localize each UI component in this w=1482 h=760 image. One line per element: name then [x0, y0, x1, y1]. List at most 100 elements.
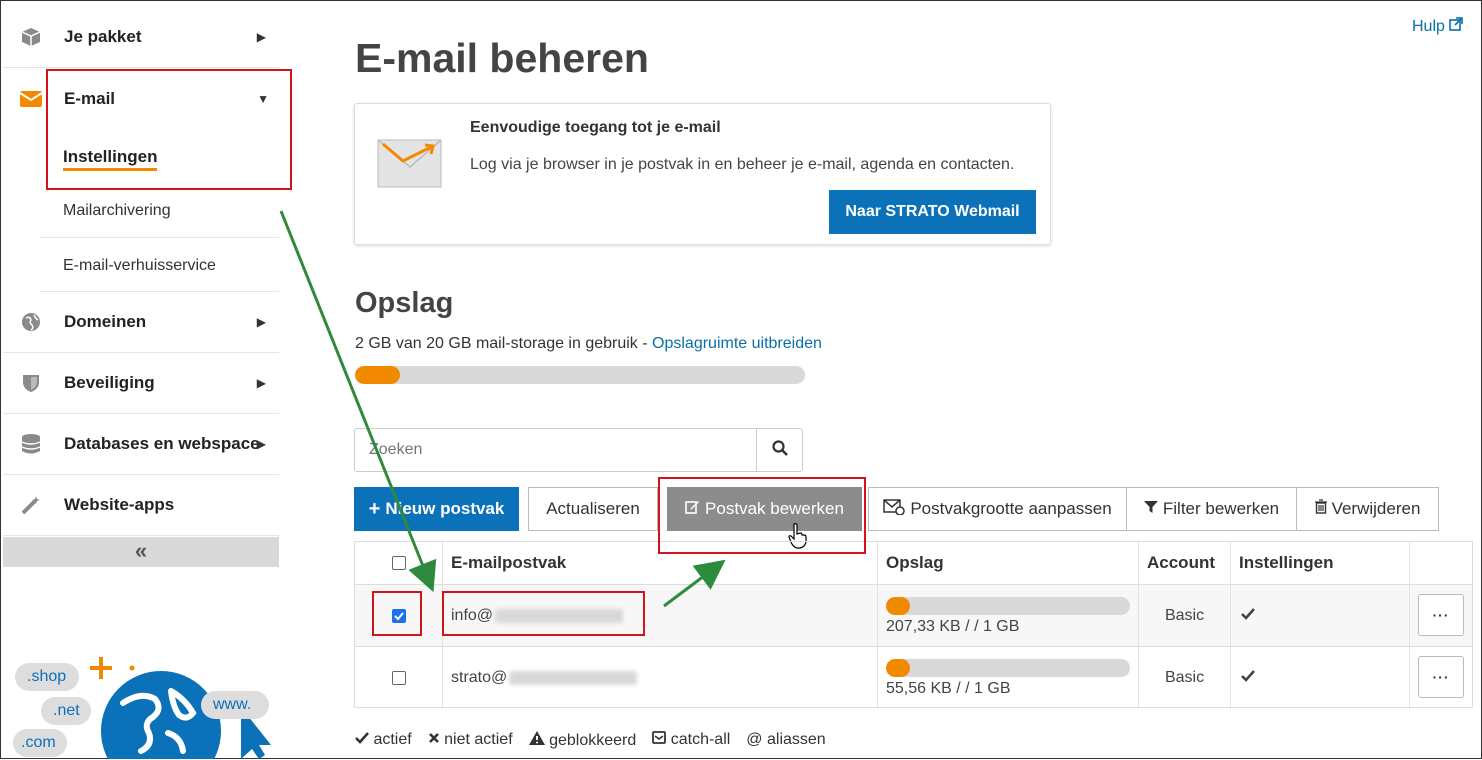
settings-cell	[1231, 647, 1410, 709]
account-cell: Basic	[1139, 647, 1231, 709]
select-all-checkbox[interactable]	[391, 556, 406, 570]
column-header-account[interactable]: Account	[1139, 542, 1231, 584]
resize-mailbox-button[interactable]: Postvakgrootte aanpassen	[868, 487, 1127, 531]
legend-aliases: @ aliassen	[746, 731, 826, 748]
warning-icon	[528, 731, 545, 745]
check-icon	[1241, 607, 1255, 625]
legend-blocked: geblokkeerd	[528, 731, 645, 750]
help-link[interactable]: Hulp	[1412, 17, 1464, 36]
resize-mailbox-label: Postvakgrootte aanpassen	[910, 499, 1112, 518]
promo-shop-label: .shop	[27, 668, 67, 685]
sidebar-subitem-label: E-mail-verhuisservice	[63, 257, 216, 274]
chevron-right-icon: ▶	[256, 376, 266, 390]
globe-icon	[19, 310, 43, 334]
storage-heading: Opslag	[355, 287, 454, 319]
help-link-label: Hulp	[1412, 18, 1445, 35]
storage-cell: 55,56 KB / / 1 GB	[878, 647, 1139, 709]
storage-progress-fill	[355, 366, 400, 384]
domain-promo-illustration: .shop .net .com www.	[3, 641, 279, 759]
webmail-card-title: Eenvoudige toegang tot je e-mail	[470, 119, 721, 136]
sidebar-subitem-mailarchivering[interactable]: Mailarchivering	[39, 184, 279, 238]
webmail-envelope-icon	[377, 137, 443, 194]
search-input[interactable]	[354, 428, 757, 472]
chevron-right-icon: ▶	[256, 437, 266, 451]
promo-net-label: .net	[53, 702, 80, 719]
row-checkbox[interactable]	[391, 671, 406, 685]
filter-icon	[1143, 499, 1158, 519]
mailbox-storage-bar	[886, 658, 1130, 677]
expand-storage-link[interactable]: Opslagruimte uitbreiden	[652, 335, 822, 352]
status-legend: actief niet actief geblokkeerd catch-all…	[355, 731, 834, 750]
mailbox-storage-text: 55,56 KB / / 1 GB	[886, 679, 1011, 697]
refresh-label: Actualiseren	[546, 499, 640, 518]
envelope-square-icon	[652, 731, 667, 744]
mailbox-storage-text: 207,33 KB / / 1 GB	[886, 617, 1020, 635]
magic-wand-icon	[19, 493, 43, 517]
mailbox-storage-fill	[886, 596, 911, 615]
sidebar-item-label: Domeinen	[64, 312, 147, 331]
legend-blocked-label: geblokkeerd	[549, 732, 637, 749]
page-frame: Je pakket ▶ E-mail ▼ Instellingen Mailar…	[0, 0, 1482, 759]
webmail-card-text: Log via je browser in je postvak in en b…	[470, 156, 1015, 173]
check-icon	[1241, 669, 1255, 687]
sidebar-item-website-apps[interactable]: Website-apps	[3, 475, 279, 536]
sidebar-item-label: Beveiliging	[64, 373, 155, 392]
sidebar-item-label: Website-apps	[64, 495, 175, 514]
legend-inactive-label: niet actief	[444, 731, 513, 748]
promo-com-label: .com	[21, 734, 56, 751]
edit-filter-button[interactable]: Filter bewerken	[1126, 487, 1297, 531]
envelope-icon	[19, 87, 43, 111]
envelope-settings-icon	[883, 498, 906, 520]
delete-button[interactable]: Verwijderen	[1296, 487, 1439, 531]
database-icon	[19, 432, 43, 456]
mailbox-storage-bar	[886, 596, 1130, 615]
promo-www-label: www.	[213, 696, 252, 713]
mailbox-storage-fill	[886, 658, 911, 677]
annotation-box-edit-button	[658, 477, 866, 554]
table-row[interactable]: strato@ 55,56 KB / / 1 GB Basic ···	[355, 646, 1472, 709]
settings-cell	[1231, 585, 1410, 647]
new-mailbox-label: Nieuw postvak	[385, 499, 505, 518]
webmail-card: Eenvoudige toegang tot je e-mail Log via…	[354, 103, 1051, 245]
mailbox-address: strato@	[451, 669, 508, 686]
column-header-storage[interactable]: Opslag	[878, 542, 1139, 584]
sidebar-item-je-pakket[interactable]: Je pakket ▶	[3, 7, 279, 68]
annotation-box-mailbox	[442, 591, 645, 636]
external-link-icon	[1449, 17, 1464, 35]
sidebar-item-domeinen[interactable]: Domeinen ▶	[3, 292, 279, 353]
select-all-cell	[355, 542, 443, 584]
storage-usage-text: 2 GB van 20 GB mail-storage in gebruik -…	[355, 335, 822, 353]
sidebar-collapse-button[interactable]: «	[3, 537, 279, 567]
sidebar-subitem-verhuisservice[interactable]: E-mail-verhuisservice	[39, 238, 279, 292]
row-more-button[interactable]: ···	[1418, 594, 1464, 636]
legend-catchall: catch-all	[652, 731, 738, 750]
new-mailbox-button[interactable]: + Nieuw postvak	[354, 487, 519, 531]
storage-progress-bar	[355, 366, 805, 384]
column-header-settings[interactable]: Instellingen	[1231, 542, 1410, 584]
sidebar-subitem-label: Mailarchivering	[63, 202, 171, 219]
sidebar-item-databases[interactable]: Databases en webspace ▶	[3, 414, 279, 475]
open-webmail-button[interactable]: Naar STRATO Webmail	[829, 190, 1036, 234]
trash-icon	[1314, 499, 1327, 519]
account-cell: Basic	[1139, 585, 1231, 647]
legend-active: actief	[355, 731, 420, 750]
chevron-right-icon: ▶	[256, 30, 266, 44]
search-icon	[771, 439, 788, 461]
redacted-domain	[509, 671, 638, 685]
x-icon	[428, 733, 439, 743]
chevron-right-icon: ▶	[256, 315, 266, 329]
sidebar-item-beveiliging[interactable]: Beveiliging ▶	[3, 353, 279, 414]
plus-icon: +	[368, 497, 381, 520]
sidebar-item-label: Databases en webspace	[64, 434, 260, 453]
page-title: E-mail beheren	[355, 35, 649, 81]
mailbox-address-cell: strato@	[443, 647, 878, 709]
legend-inactive: niet actief	[428, 731, 521, 750]
row-select-cell	[355, 647, 443, 709]
storage-cell: 207,33 KB / / 1 GB	[878, 585, 1139, 647]
delete-label: Verwijderen	[1331, 499, 1421, 518]
row-more-button[interactable]: ···	[1418, 656, 1464, 698]
edit-filter-label: Filter bewerken	[1162, 499, 1280, 518]
check-icon	[355, 732, 369, 744]
refresh-button[interactable]: Actualiseren	[528, 487, 658, 531]
search-button[interactable]	[756, 428, 803, 472]
